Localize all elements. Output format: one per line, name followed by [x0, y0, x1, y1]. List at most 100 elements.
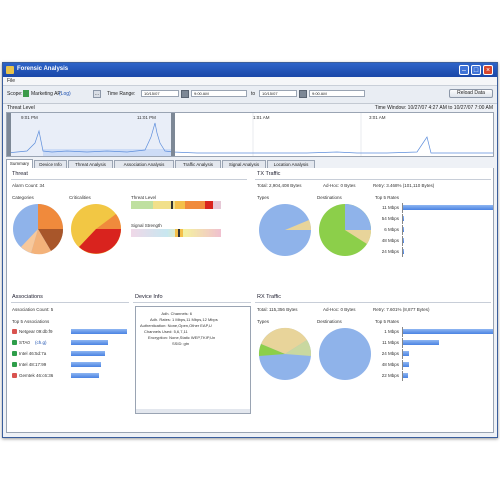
rx-rate-label: 24 Mbps [381, 351, 399, 356]
association-icon [12, 362, 17, 367]
summary-panel: Threat Alarm Count: 34 Categories Critic… [6, 168, 494, 433]
association-label: Netgear 09:db:f9 [19, 329, 53, 334]
top-associations-label: Top 5 Associations [12, 319, 50, 324]
tab-device-info[interactable]: Device Info [34, 160, 67, 168]
menu-file[interactable]: File [7, 78, 15, 84]
tab-signal-analysis[interactable]: Signal Analysis [222, 160, 266, 168]
association-bar[interactable] [71, 351, 105, 356]
tx-rate-bar[interactable] [403, 227, 404, 232]
threat-section-title: Threat [12, 171, 28, 177]
association-icon [12, 351, 17, 356]
start-date-field[interactable]: 10/15/07 [141, 90, 179, 97]
criticalities-pie[interactable] [69, 202, 123, 256]
rx-types-pie[interactable] [257, 326, 313, 382]
rx-total: Total: 115,356 Bytes [257, 307, 298, 312]
start-time-field[interactable]: 9:00 AM [191, 90, 247, 97]
rx-rate-bar[interactable] [403, 351, 410, 356]
categories-pie[interactable] [11, 202, 65, 256]
association-count: Association Count: 5 [12, 307, 54, 312]
rx-rate-bar[interactable] [403, 329, 493, 334]
device-info-row: Adh. Channels: 6 [161, 311, 192, 316]
tx-types-label: Types [257, 195, 270, 200]
tick-4: 3:01 AM [369, 115, 386, 120]
tx-adhoc: Ad-Hoc: 0 Bytes [323, 183, 356, 188]
device-info-title: Device Info [135, 294, 163, 300]
toolbar: Scope: Marketing AP (Log) ... Time Range… [3, 86, 497, 104]
tick-1: 9:01 PM [21, 115, 38, 120]
tab-association-analysis[interactable]: Association Analysis [114, 160, 174, 168]
tx-rate-bar[interactable] [403, 238, 404, 243]
device-info-row: SSID: gtn [172, 341, 190, 346]
association-label: Gemtek 46:c6:36 [19, 373, 54, 378]
time-window-text: Time Window: 10/27/07 4:27 AM to 10/27/0… [374, 105, 493, 111]
association-label: Intel 48:17:99 [19, 362, 47, 367]
association-label: Intel 46:5d:7a [19, 351, 47, 356]
signal-strength-label: Signal Strength [131, 223, 162, 228]
tick-2: 11:01 PM [137, 115, 156, 120]
device-info-box[interactable]: Adh. Channels: 6 Adh. Rates: 1 Mbps,11 M… [135, 306, 251, 414]
minimize-button[interactable]: – [459, 65, 469, 75]
association-bar[interactable] [71, 329, 127, 334]
device-info-row: Adh. Rates: 1 Mbps,11 Mbps,12 Mbps [150, 317, 218, 322]
tx-total: Total: 2,904,408 Bytes [257, 183, 302, 188]
end-time-field[interactable]: 9:00 AM [309, 90, 365, 97]
rx-types-label: Types [257, 319, 270, 324]
association-bar[interactable] [71, 373, 99, 378]
threat-level-bar [131, 201, 221, 209]
scope-icon [23, 90, 29, 97]
tx-rate-label: 48 Mbps [381, 238, 399, 243]
device-info-row: Authentication: None,Open,Other EAP,U [140, 323, 212, 328]
scope-browse-button[interactable]: ... [93, 90, 101, 98]
tx-destinations-pie[interactable] [317, 202, 373, 258]
threat-level-label: Threat Level [7, 105, 35, 111]
association-label: STA0 [19, 340, 30, 345]
rx-retry: Retry: 7.601% (8,877 Bytes) [373, 307, 430, 312]
rx-rate-label: 1 Mbps [384, 329, 399, 334]
end-date-field[interactable]: 10/15/07 [259, 90, 297, 97]
tx-rate-bar[interactable] [403, 249, 404, 254]
rx-rate-bar[interactable] [403, 373, 409, 378]
tab-location-analysis[interactable]: Location Analysis [267, 160, 315, 168]
window-title: Forensic Analysis [17, 66, 69, 72]
tx-retry: Retry: 3.468% (101,110 Bytes) [373, 183, 435, 188]
rx-rate-label: 22 Mbps [381, 373, 399, 378]
forensic-analysis-window: Forensic Analysis – □ × File Scope: Mark… [2, 62, 498, 438]
tx-rate-bar[interactable] [403, 216, 404, 221]
tab-threat-analysis[interactable]: Threat Analysis [68, 160, 113, 168]
tx-rate-label: 54 Mbps [381, 216, 399, 221]
end-calendar-icon[interactable] [299, 90, 307, 98]
scope-label: Scope: [7, 91, 23, 97]
reload-data-button[interactable]: Reload Data [449, 89, 493, 98]
device-info-row: Channels Used: 5,6,7,11 [144, 329, 188, 334]
divider [255, 179, 491, 180]
tx-top-rates-label: Top 5 Rates [375, 195, 400, 200]
tab-traffic-analysis[interactable]: Traffic Analysis [175, 160, 221, 168]
rx-destinations-pie[interactable] [317, 326, 373, 382]
maximize-button[interactable]: □ [471, 65, 481, 75]
tx-types-pie[interactable] [257, 202, 313, 258]
tx-rate-bar[interactable] [403, 205, 493, 210]
rx-rate-bar[interactable] [403, 340, 439, 345]
rx-rate-label: 11 Mbps [382, 340, 399, 345]
start-calendar-icon[interactable] [181, 90, 189, 98]
tx-traffic-title: TX Traffic [257, 171, 281, 177]
device-info-row: Encryption: None,Static WEP,TKIP,Un [148, 335, 216, 340]
close-button[interactable]: × [483, 65, 493, 75]
association-icon [12, 373, 17, 378]
threat-timeline[interactable]: 9:01 PM 11:01 PM 1:01 AM 3:01 AM [6, 112, 494, 157]
association-bar[interactable] [71, 362, 101, 367]
alarm-count: Alarm Count: 34 [12, 183, 45, 188]
tx-rate-label: 6 Mbps [384, 227, 399, 232]
tx-rate-label: 24 Mbps [381, 249, 399, 254]
association-icon [12, 340, 17, 345]
tab-summary[interactable]: Summary [6, 159, 33, 168]
app-icon [6, 66, 14, 74]
horizontal-scrollbar[interactable] [136, 409, 250, 413]
rx-traffic-title: RX Traffic [257, 294, 282, 300]
tx-rate-label: 11 Mbps [382, 205, 399, 210]
association-bar[interactable] [71, 340, 108, 345]
rx-rate-bar[interactable] [403, 362, 410, 367]
association-tag[interactable]: (ch.g) [35, 340, 47, 345]
scope-tag: (Log) [59, 91, 71, 97]
scope-value: Marketing AP [31, 91, 61, 97]
